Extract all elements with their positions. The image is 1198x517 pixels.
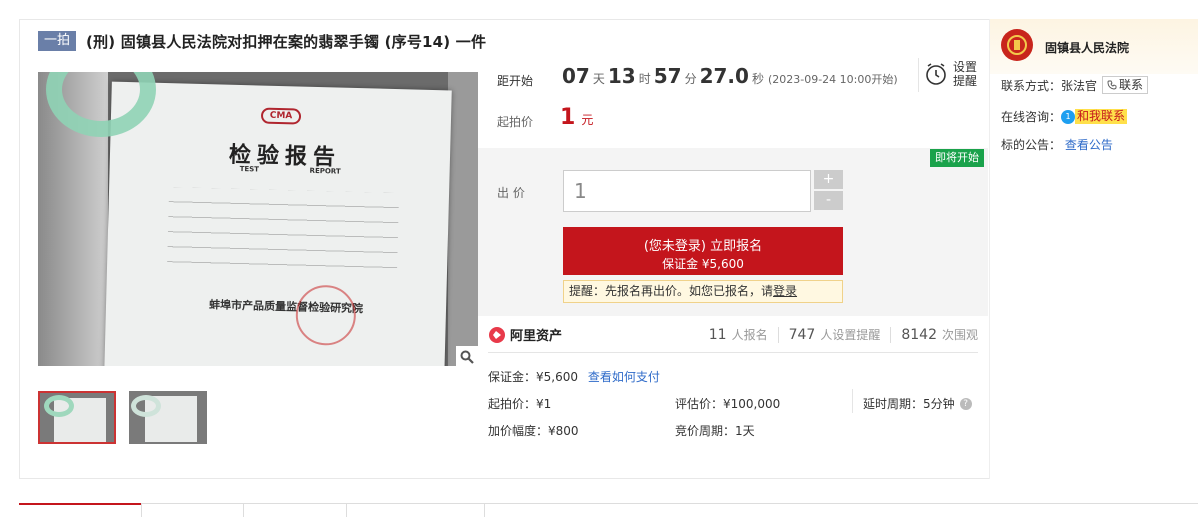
brand-name: 阿里资产	[510, 329, 563, 344]
notice-label: 标的公告：	[1001, 138, 1062, 152]
minutes-unit: 分	[684, 72, 697, 86]
deposit-text: 保证金：¥5,600	[488, 370, 578, 384]
detail-appraisal: 评估价：¥100,000	[675, 397, 781, 411]
bid-label: 出 价	[497, 186, 525, 200]
thumbnail-2[interactable]	[129, 391, 207, 444]
start-price: 1 元	[560, 105, 593, 130]
how-to-pay-link[interactable]: 查看如何支付	[588, 370, 660, 384]
zoom-button[interactable]	[456, 346, 478, 368]
start-time-note: (2023-09-24 10:00开始)	[767, 73, 898, 86]
phone-icon	[1107, 80, 1117, 90]
auction-title-row: 一拍 (刑) 固镇县人民法院对扣押在案的翡翠手镯 (序号14) 一件	[38, 30, 486, 52]
main-product-image[interactable]: CMA 检验报告 TEST REPORT 蚌埠市产品质量监督检验研究院	[38, 72, 478, 366]
help-icon[interactable]: ?	[959, 397, 972, 410]
notice-row: 标的公告： 查看公告	[1001, 136, 1113, 153]
increase-button[interactable]: +	[814, 170, 843, 189]
report-title: 检验报告	[228, 141, 342, 171]
signups-count: 11	[708, 326, 727, 343]
countdown-days: 07	[562, 64, 590, 88]
start-price-value: 1	[560, 105, 576, 130]
report-sub-left: TEST	[239, 164, 260, 174]
seconds-unit: 秒	[751, 72, 764, 86]
report-organization: 蚌埠市产品质量监督检验研究院	[208, 298, 364, 316]
start-price-label: 起拍价	[497, 115, 534, 129]
report-form-lines	[167, 187, 400, 274]
active-tab-indicator[interactable]	[19, 503, 141, 505]
views-label: 次围观	[941, 328, 978, 342]
remind-line-1: 设置	[953, 60, 978, 74]
login-link[interactable]: 登录	[773, 284, 797, 298]
remind-line-2: 提醒	[953, 74, 978, 88]
countdown-hours: 13	[607, 64, 636, 88]
ali-assets-brand: 阿里资产	[488, 325, 562, 344]
alarm-clock-icon	[926, 63, 946, 85]
view-notice-link[interactable]: 查看公告	[1065, 138, 1113, 152]
signup-line-2: 保证金 ¥5,600	[662, 257, 744, 271]
chat-icon: 1	[1061, 109, 1076, 124]
magnifier-icon	[460, 350, 474, 364]
contact-button[interactable]: 联系	[1102, 76, 1149, 94]
stats-divider	[488, 352, 978, 353]
bid-price-input[interactable]: 1	[563, 170, 811, 212]
red-seal	[295, 284, 357, 347]
detail-increment: 加价幅度：¥800	[488, 424, 579, 438]
contact-label: 联系方式：	[1001, 78, 1062, 93]
detail-delay: 延时周期：5分钟 ?	[863, 395, 972, 412]
court-emblem-icon	[1001, 29, 1033, 61]
days-unit: 天	[592, 72, 605, 86]
countdown-minutes: 57	[653, 64, 682, 88]
detail-divider	[852, 389, 853, 413]
consult-button-label: 和我联系	[1075, 109, 1128, 124]
remind-divider	[918, 58, 919, 92]
contact-row: 联系方式： 张法官 联系	[1001, 76, 1149, 94]
countdown-label: 距开始	[497, 74, 534, 88]
signup-button[interactable]: (您未登录) 立即报名 保证金 ¥5,600	[563, 227, 843, 275]
report-sub-right: REPORT	[309, 166, 341, 176]
reminders-label: 人设置提醒	[820, 328, 881, 342]
hours-unit: 时	[638, 72, 651, 86]
reminders-count: 747	[788, 326, 816, 343]
ali-assets-logo-icon	[489, 326, 505, 343]
thumbnail-1[interactable]	[38, 391, 116, 444]
tip-text: 提醒：先报名再出价。如您已报名，请	[569, 284, 774, 298]
start-price-unit: 元	[581, 113, 594, 127]
auction-title: (刑) 固镇县人民法院对扣押在案的翡翠手镯 (序号14) 一件	[86, 32, 487, 51]
signups-label: 人报名	[731, 328, 768, 342]
delay-text: 延时周期：5分钟	[863, 397, 955, 411]
consult-label: 在线咨询：	[1001, 110, 1062, 124]
cma-logo: CMA	[260, 107, 302, 125]
login-tip: 提醒：先报名再出价。如您已报名，请登录	[563, 280, 843, 303]
newspaper-background-right	[448, 72, 478, 366]
contact-name: 张法官	[1061, 78, 1098, 93]
detail-start-price: 起拍价：¥1	[488, 397, 552, 411]
views-count: 8142	[901, 326, 937, 343]
court-panel: 固镇县人民法院 联系方式： 张法官 联系 在线咨询： 1 和我联系 标的公告： …	[989, 19, 1198, 479]
countdown-timer: 07 天 13 时 57 分 27.0 秒 (2023-09-24 10:00开…	[562, 64, 898, 88]
status-badge: 即将开始	[930, 149, 984, 167]
stats-row: 11 人报名 747 人设置提醒 8142 次围观	[709, 326, 978, 343]
bottom-tab-bar	[19, 503, 1198, 517]
deposit-row: 保证金：¥5,600 查看如何支付	[488, 368, 660, 385]
countdown-seconds: 27.0	[699, 64, 749, 88]
detail-bid-period: 竞价周期：1天	[675, 424, 755, 438]
auction-type-tag: 一拍	[38, 31, 77, 51]
decrease-button[interactable]: -	[814, 191, 843, 210]
set-reminder-button[interactable]: 设置 提醒	[925, 60, 977, 88]
inspection-report-paper: CMA 检验报告 TEST REPORT 蚌埠市产品质量监督检验研究院	[104, 81, 452, 366]
contact-button-label: 联系	[1119, 78, 1144, 92]
consult-button[interactable]: 1 和我联系	[1061, 109, 1128, 124]
court-name[interactable]: 固镇县人民法院	[1045, 39, 1129, 56]
consult-row: 在线咨询： 1 和我联系	[1001, 108, 1128, 125]
signup-line-1: (您未登录) 立即报名	[643, 239, 763, 254]
